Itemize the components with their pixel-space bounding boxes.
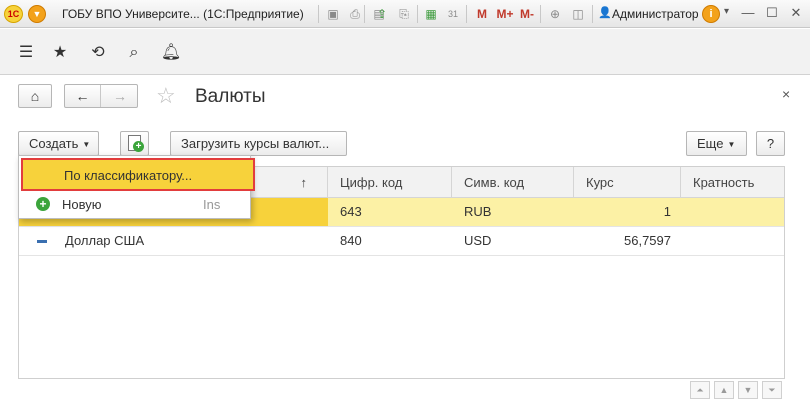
toolbar-separator (466, 5, 467, 23)
menu-item-label: По классификатору... (64, 168, 193, 183)
toolbar-separator (540, 5, 541, 23)
history-icon[interactable]: ⟲ (87, 42, 109, 64)
star-icon[interactable]: ★ (49, 42, 71, 64)
memory-minus-button[interactable]: M- (517, 5, 537, 23)
menu-item-label: Новую (62, 197, 102, 212)
bell-icon[interactable]: 🔔︎ (160, 42, 182, 64)
arrow-right-icon[interactable]: → (102, 85, 138, 107)
user-name[interactable]: Администратор (612, 7, 699, 21)
calendar-icon[interactable]: 31 (444, 5, 462, 23)
cell-symbol-code: RUB (464, 204, 492, 219)
toolbar-separator (364, 5, 365, 23)
home-button[interactable]: ⌂ (18, 84, 52, 108)
toolbar-separator (592, 5, 593, 23)
favorite-star-icon[interactable]: ☆ (156, 84, 176, 108)
logo-1c-icon: 1С (4, 5, 23, 23)
plus-circle-icon: + (36, 197, 50, 211)
cell-digital-code: 840 (340, 233, 362, 248)
calculator-icon[interactable]: ▦ (422, 5, 440, 23)
search-icon[interactable]: ⌕ (123, 42, 145, 64)
app-title: ГОБУ ВПО Университе... (1С:Предприятие) (62, 7, 304, 21)
create-copy-button[interactable]: + (120, 131, 149, 156)
link-icon[interactable]: ⇪ (373, 5, 391, 23)
main-menu-button[interactable]: ▼ (28, 5, 46, 23)
title-bar: 1С ▼ ГОБУ ВПО Университе... (1С:Предприя… (0, 0, 810, 28)
menu-item-by-classifier[interactable]: По классификатору... (21, 158, 255, 191)
user-icon: 👤 (598, 7, 612, 19)
print-icon[interactable]: ⎙ (346, 5, 364, 23)
menu-icon[interactable]: ☰ (15, 42, 37, 64)
sections-panel: ☰ ★ ⟲ ⌕ 🔔︎ (0, 29, 810, 75)
close-form-button[interactable]: × (782, 86, 790, 102)
more-button[interactable]: Еще ▼ (686, 131, 747, 156)
cell-name: Доллар США (65, 233, 145, 248)
minimize-button[interactable]: — (737, 3, 759, 23)
create-dropdown-menu: По классификатору... + Новую Ins (18, 155, 255, 219)
create-button[interactable]: Создать ▼ (18, 131, 99, 156)
home-icon: ⌂ (30, 88, 40, 104)
column-header-rate[interactable]: Курс (574, 167, 681, 198)
toolbar-separator (318, 5, 319, 23)
column-header-multiplicity[interactable]: Кратность (681, 167, 784, 198)
scroll-bottom-button[interactable]: ⏷ (762, 381, 782, 399)
cell-multiplicity (681, 227, 784, 255)
chevron-down-icon[interactable]: ▾ (724, 6, 729, 17)
column-header-symbol-code[interactable]: Симв. код (452, 167, 574, 198)
info-icon[interactable]: i (702, 5, 720, 23)
plus-icon: + (133, 141, 144, 152)
column-header-digital-code[interactable]: Цифр. код (328, 167, 452, 198)
menu-item-shortcut: Ins (203, 197, 221, 212)
currency-item-icon (37, 240, 47, 243)
scroll-down-button[interactable]: ▼ (738, 381, 758, 399)
menu-item-new[interactable]: + Новую Ins (19, 192, 250, 218)
window-layout-icon[interactable]: ◫ (569, 5, 587, 23)
close-window-button[interactable]: ✕ (785, 3, 807, 23)
chevron-down-icon: ▼ (82, 140, 91, 149)
save-icon[interactable]: ▣ (324, 5, 342, 23)
table-row[interactable]: Доллар США 840 USD 56,7597 (19, 227, 784, 256)
cell-rate: 56,7597 (624, 233, 671, 248)
load-rates-button[interactable]: Загрузить курсы валют... (170, 131, 347, 156)
sort-ascending-icon: ↑ (300, 175, 308, 190)
zoom-icon[interactable]: ⊕ (546, 5, 564, 23)
create-button-label: Создать (29, 136, 79, 151)
cell-symbol-code: USD (464, 233, 492, 248)
help-button[interactable]: ? (756, 131, 785, 156)
arrow-left-icon[interactable]: ← (65, 85, 101, 107)
attach-icon[interactable]: ⎘ (395, 5, 413, 23)
memory-button[interactable]: M (473, 5, 491, 23)
page-title: Валюты (195, 86, 266, 107)
toolbar-separator (417, 5, 418, 23)
scroll-up-button[interactable]: ▲ (714, 381, 734, 399)
scroll-top-button[interactable]: ⏶ (690, 381, 710, 399)
navigation-buttons: ← → (64, 84, 138, 108)
maximize-button[interactable]: ☐ (761, 3, 783, 23)
cell-multiplicity (681, 198, 784, 226)
cell-digital-code: 643 (340, 204, 362, 219)
cell-rate: 1 (663, 204, 671, 219)
chevron-down-icon: ▼ (727, 140, 736, 149)
memory-plus-button[interactable]: M+ (494, 5, 516, 23)
more-button-label: Еще (697, 136, 724, 151)
